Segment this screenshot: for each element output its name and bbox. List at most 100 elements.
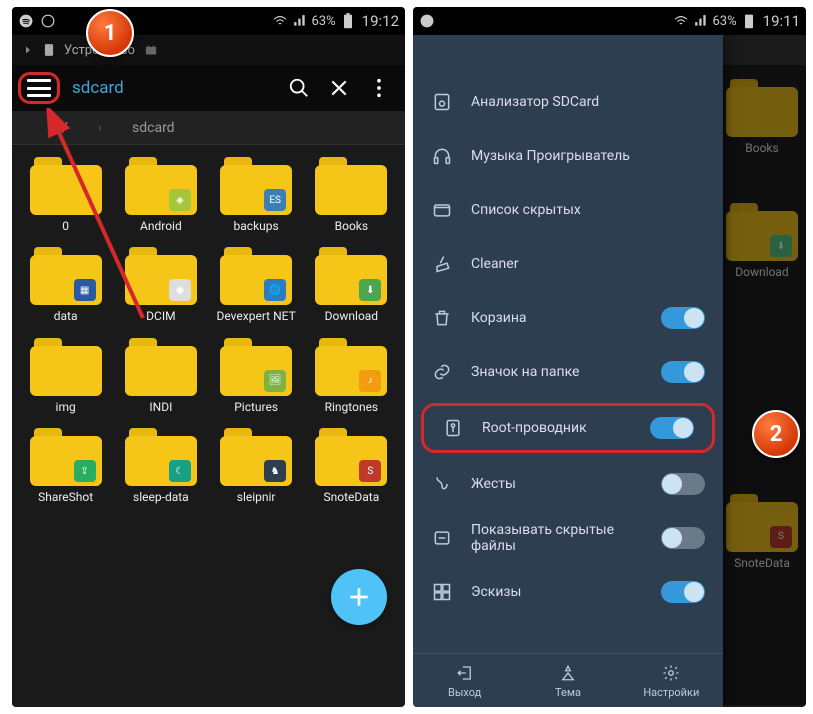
annotation-marker-1: 1 bbox=[86, 9, 134, 57]
label: Выход bbox=[448, 686, 481, 699]
path-label[interactable]: sdcard bbox=[72, 78, 279, 98]
gesture-icon bbox=[431, 473, 453, 495]
clock-text: 19:11 bbox=[763, 12, 800, 30]
toggle[interactable] bbox=[650, 417, 694, 439]
android-icon: ◈ bbox=[169, 189, 191, 211]
folder-item[interactable]: ⇪ ShareShot bbox=[20, 424, 111, 508]
folder-item: SSnoteData bbox=[722, 490, 802, 574]
camera-icon: ◉ bbox=[169, 279, 191, 301]
drawer-item-link[interactable]: Значок на папке bbox=[413, 345, 723, 399]
drawer-item-root[interactable]: Root-проводник bbox=[421, 403, 715, 453]
drawer-bottom-exit[interactable]: Выход bbox=[413, 654, 516, 707]
folder-icon: ⬇ bbox=[315, 247, 387, 305]
download-icon: ⬇ bbox=[359, 279, 381, 301]
toggle[interactable] bbox=[661, 361, 705, 383]
wifi-icon bbox=[673, 13, 689, 29]
drawer-label: Значок на папке bbox=[471, 364, 643, 380]
drawer-label: Показывать скрытые файлы bbox=[471, 522, 643, 554]
drawer-bottom-settings[interactable]: Настройки bbox=[620, 654, 723, 707]
folder-item[interactable]: 🌐 Devexpert NET bbox=[211, 243, 302, 327]
toggle[interactable] bbox=[661, 581, 705, 603]
toggle[interactable] bbox=[661, 307, 705, 329]
overflow-button[interactable] bbox=[359, 68, 399, 108]
close-button[interactable] bbox=[319, 68, 359, 108]
annotation-marker-2: 2 bbox=[752, 410, 800, 458]
show-hidden-icon bbox=[431, 527, 453, 549]
es-icon: ES bbox=[264, 189, 286, 211]
drawer-item-broom[interactable]: Cleaner bbox=[413, 237, 723, 291]
folder-item[interactable]: ES backups bbox=[211, 153, 302, 237]
drawer-label: Анализатор SDCard bbox=[471, 94, 705, 110]
drawer-label: Корзина bbox=[471, 310, 643, 326]
folder-item: ⬇Download bbox=[722, 199, 802, 283]
folder-item[interactable]: INDI bbox=[115, 334, 206, 418]
toggle[interactable] bbox=[661, 473, 705, 495]
folder-item[interactable]: ⬇ Download bbox=[306, 243, 397, 327]
signal-icon bbox=[292, 13, 308, 29]
folder-item[interactable]: SSnoteData bbox=[306, 424, 397, 508]
thumbnails-icon bbox=[431, 581, 453, 603]
nav-drawer[interactable]: Анализатор SDCard Музыка Проигрыватель Спи… bbox=[413, 35, 723, 707]
folder-label: SnoteData bbox=[324, 490, 380, 504]
globe-icon: 🌐 bbox=[264, 279, 286, 301]
share-icon: ⇪ bbox=[74, 460, 96, 482]
battery-text: 63% bbox=[713, 14, 737, 29]
theme-icon bbox=[559, 664, 577, 682]
drawer-label: Список скрытых bbox=[471, 202, 705, 218]
plus-icon bbox=[346, 584, 372, 610]
folder-label: Books bbox=[335, 219, 368, 233]
drawer-bottom-theme[interactable]: Тема bbox=[516, 654, 619, 707]
tab-strip: Устройство bbox=[12, 35, 405, 65]
drawer-item-show-hidden[interactable]: Показывать скрытые файлы bbox=[413, 511, 723, 565]
folder-label: ShareShot bbox=[38, 490, 93, 504]
toggle[interactable] bbox=[661, 527, 705, 549]
exit-icon bbox=[456, 664, 474, 682]
root-icon bbox=[442, 417, 464, 439]
drawer-item-thumbnails[interactable]: Эскизы bbox=[413, 565, 723, 619]
status-bar: 63% 19:11 bbox=[413, 7, 806, 35]
drawer-bottom: Выход ТемаНастройки bbox=[413, 653, 723, 707]
folder-label: backups bbox=[234, 219, 279, 233]
status-bar: 63% 19:12 bbox=[12, 7, 405, 35]
folder-item: Books bbox=[722, 75, 802, 159]
close-icon bbox=[329, 78, 349, 98]
drawer-label: Root-проводник bbox=[482, 420, 632, 436]
sleep-icon: ☾ bbox=[169, 460, 191, 482]
headphones-icon bbox=[431, 145, 453, 167]
battery-icon bbox=[340, 13, 356, 29]
link-icon bbox=[431, 361, 453, 383]
spotify-icon bbox=[419, 13, 435, 29]
folder-icon bbox=[125, 338, 197, 396]
fab-add[interactable] bbox=[331, 569, 387, 625]
folder-item[interactable]: ♪Ringtones bbox=[306, 334, 397, 418]
signal-icon bbox=[693, 13, 709, 29]
folder-label: sleep-data bbox=[133, 490, 189, 504]
drawer-item-sdcard[interactable]: Анализатор SDCard bbox=[413, 75, 723, 129]
folder-hidden-icon bbox=[431, 199, 453, 221]
folder-label: sleipnir bbox=[237, 490, 276, 504]
menu-button[interactable] bbox=[18, 72, 60, 104]
drawer-item-trash[interactable]: Корзина bbox=[413, 291, 723, 345]
drawer-label: Cleaner bbox=[471, 256, 705, 272]
drawer-item-folder-hidden[interactable]: Список скрытых bbox=[413, 183, 723, 237]
folder-item[interactable]: ☾ sleep-data bbox=[115, 424, 206, 508]
folder-icon: ⇪ bbox=[30, 428, 102, 486]
folder-label: Download bbox=[325, 309, 378, 323]
folder-icon bbox=[315, 157, 387, 215]
trash-icon bbox=[431, 307, 453, 329]
horse-icon: ♞ bbox=[264, 460, 286, 482]
folder-item[interactable]: 🖼Pictures bbox=[211, 334, 302, 418]
search-button[interactable] bbox=[279, 68, 319, 108]
folder-label: Devexpert NET bbox=[217, 309, 296, 323]
drawer-item-headphones[interactable]: Музыка Проигрыватель bbox=[413, 129, 723, 183]
drawer-list: Анализатор SDCard Музыка Проигрыватель Спи… bbox=[413, 35, 723, 653]
hamburger-icon bbox=[27, 79, 51, 97]
ring-icon: ♪ bbox=[359, 370, 381, 392]
folder-item[interactable]: Books bbox=[306, 153, 397, 237]
annotation-arrow bbox=[38, 108, 158, 338]
folder-icon: ♪ bbox=[315, 338, 387, 396]
folder-item[interactable]: img bbox=[20, 334, 111, 418]
android-tab-icon bbox=[143, 42, 159, 58]
drawer-item-gesture[interactable]: Жесты bbox=[413, 457, 723, 511]
folder-item[interactable]: ♞ sleipnir bbox=[211, 424, 302, 508]
